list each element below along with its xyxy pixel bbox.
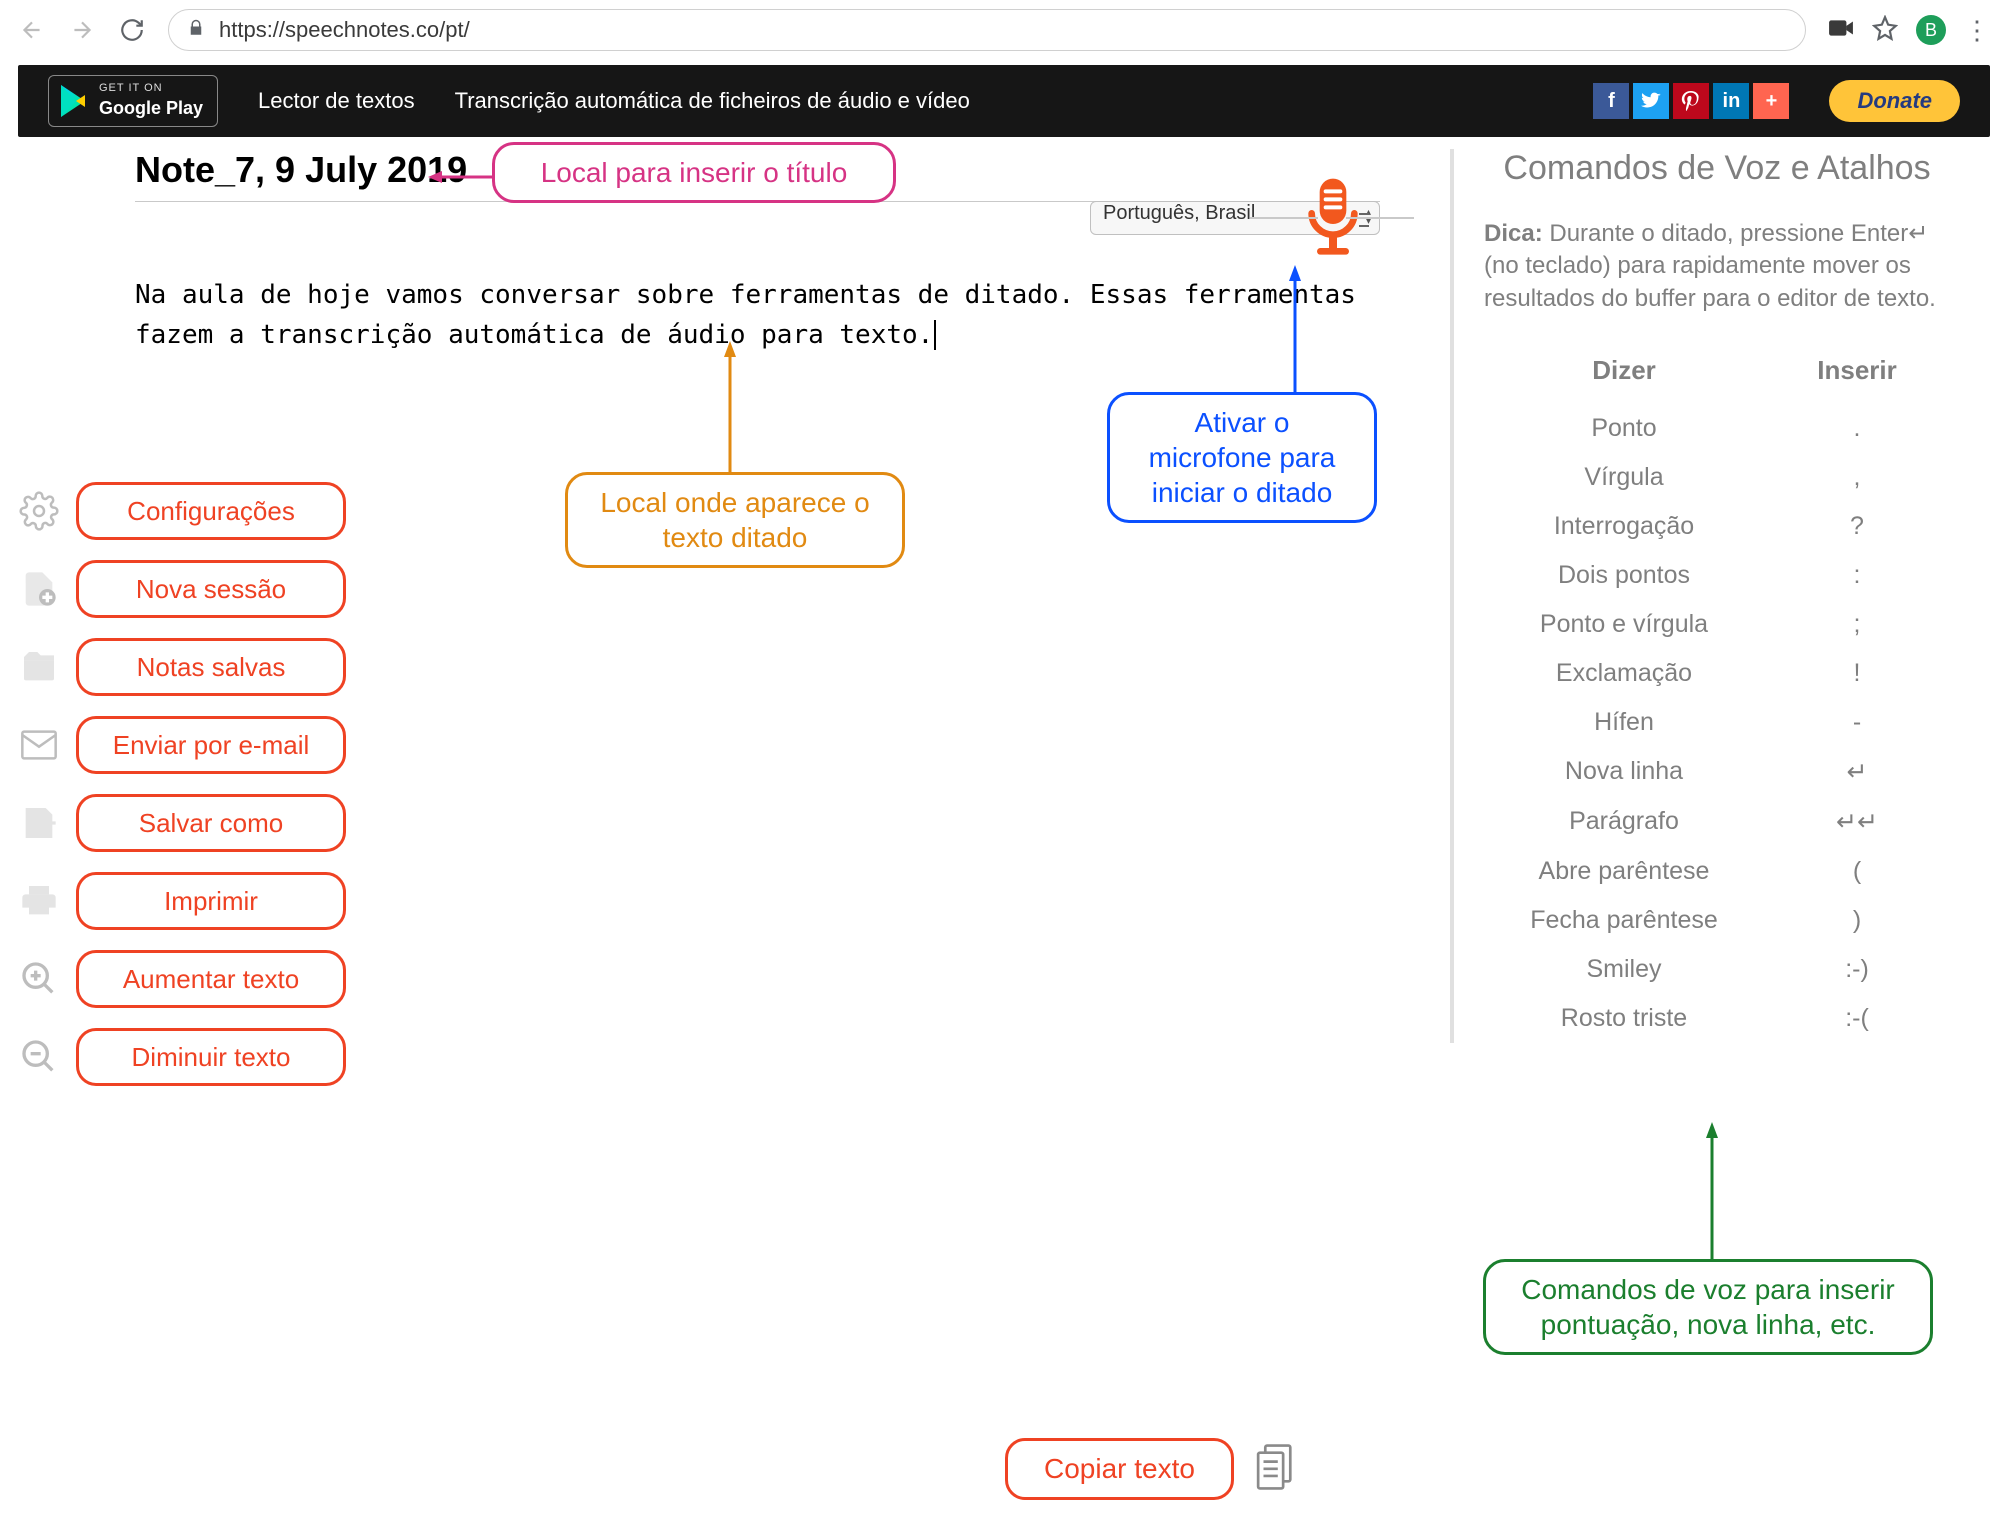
social-buttons: f in + bbox=[1593, 83, 1789, 119]
address-bar[interactable]: https://speechnotes.co/pt/ bbox=[168, 9, 1806, 51]
command-insert: , bbox=[1764, 463, 1950, 492]
command-say: Exclamação bbox=[1484, 659, 1764, 688]
linkedin-icon[interactable]: in bbox=[1713, 83, 1749, 119]
voice-commands-panel: Comandos de Voz e Atalhos Dica: Durante … bbox=[1450, 149, 1950, 1043]
command-row: Interrogação? bbox=[1484, 502, 1950, 551]
command-say: Dois pontos bbox=[1484, 561, 1764, 590]
google-play-badge[interactable]: GET IT ON Google Play bbox=[48, 75, 218, 127]
microphone-area bbox=[1258, 175, 1408, 257]
new-session-icon bbox=[18, 568, 60, 610]
command-say: Ponto e vírgula bbox=[1484, 610, 1764, 639]
command-insert: ) bbox=[1764, 906, 1950, 935]
commands-tip: Dica: Durante o ditado, pressione Enter↵… bbox=[1484, 218, 1950, 315]
site-topbar: GET IT ON Google Play Lector de textos T… bbox=[18, 65, 1990, 137]
clipboard-icon[interactable] bbox=[1254, 1442, 1298, 1497]
microphone-icon[interactable] bbox=[1301, 175, 1365, 257]
url-text: https://speechnotes.co/pt/ bbox=[219, 17, 470, 43]
command-say: Nova linha bbox=[1484, 757, 1764, 787]
copy-text-button[interactable]: Copiar texto bbox=[1005, 1438, 1234, 1500]
command-insert: ! bbox=[1764, 659, 1950, 688]
command-row: Exclamação! bbox=[1484, 649, 1950, 698]
browser-toolbar: https://speechnotes.co/pt/ B ⋮ bbox=[0, 0, 2008, 60]
zoom-out-button[interactable]: Diminuir texto bbox=[76, 1028, 346, 1086]
zoom-in-icon bbox=[18, 958, 60, 1000]
command-say: Smiley bbox=[1484, 955, 1764, 984]
command-row: Nova linha↵ bbox=[1484, 747, 1950, 797]
command-insert: ( bbox=[1764, 857, 1950, 886]
back-icon[interactable] bbox=[18, 16, 46, 44]
command-row: Parágrafo↵↵ bbox=[1484, 797, 1950, 847]
command-say: Vírgula bbox=[1484, 463, 1764, 492]
command-row: Ponto. bbox=[1484, 404, 1950, 453]
command-row: Hífen- bbox=[1484, 698, 1950, 747]
zoom-in-button[interactable]: Aumentar texto bbox=[76, 950, 346, 1008]
command-insert: ↵ bbox=[1764, 757, 1950, 787]
command-row: Rosto triste:-( bbox=[1484, 994, 1950, 1043]
send-email-button[interactable]: Enviar por e-mail bbox=[76, 716, 346, 774]
menu-icon[interactable]: ⋮ bbox=[1964, 17, 1990, 43]
print-button[interactable]: Imprimir bbox=[76, 872, 346, 930]
commands-title: Comandos de Voz e Atalhos bbox=[1484, 149, 1950, 188]
star-icon[interactable] bbox=[1872, 15, 1898, 46]
command-say: Fecha parêntese bbox=[1484, 906, 1764, 935]
forward-icon[interactable] bbox=[68, 16, 96, 44]
command-row: Ponto e vírgula; bbox=[1484, 600, 1950, 649]
command-insert: ; bbox=[1764, 610, 1950, 639]
command-insert: ? bbox=[1764, 512, 1950, 541]
print-icon bbox=[18, 880, 60, 922]
new-session-button[interactable]: Nova sessão bbox=[76, 560, 346, 618]
left-toolbar: Configurações Nova sessão Notas salvas E… bbox=[18, 482, 346, 1086]
command-say: Parágrafo bbox=[1484, 807, 1764, 837]
save-as-icon bbox=[18, 802, 60, 844]
command-row: Abre parêntese( bbox=[1484, 847, 1950, 896]
command-row: Fecha parêntese) bbox=[1484, 896, 1950, 945]
folder-icon bbox=[18, 646, 60, 688]
annotation-text: Local onde aparece o texto ditado bbox=[565, 472, 905, 568]
camera-icon[interactable] bbox=[1828, 17, 1854, 44]
profile-avatar[interactable]: B bbox=[1916, 15, 1946, 45]
saved-notes-button[interactable]: Notas salvas bbox=[76, 638, 346, 696]
commands-header: Dizer Inserir bbox=[1484, 355, 1950, 386]
command-say: Interrogação bbox=[1484, 512, 1764, 541]
settings-button[interactable]: Configurações bbox=[76, 482, 346, 540]
command-row: Smiley:-) bbox=[1484, 945, 1950, 994]
topbar-link-reader[interactable]: Lector de textos bbox=[258, 88, 415, 114]
annotation-mic: Ativar o microfone para iniciar o ditado bbox=[1107, 392, 1377, 523]
command-row: Vírgula, bbox=[1484, 453, 1950, 502]
twitter-icon[interactable] bbox=[1633, 83, 1669, 119]
command-say: Rosto triste bbox=[1484, 1004, 1764, 1033]
dictation-textarea[interactable]: Na aula de hoje vamos conversar sobre fe… bbox=[135, 275, 1380, 356]
zoom-out-icon bbox=[18, 1036, 60, 1078]
annotation-commands: Comandos de voz para inserir pontuação, … bbox=[1483, 1259, 1933, 1355]
topbar-link-transcribe[interactable]: Transcrição automática de ficheiros de á… bbox=[455, 88, 970, 114]
command-insert: - bbox=[1764, 708, 1950, 737]
gplay-big-text: Google Play bbox=[99, 98, 203, 118]
facebook-icon[interactable]: f bbox=[1593, 83, 1629, 119]
share-more-icon[interactable]: + bbox=[1753, 83, 1789, 119]
command-say: Abre parêntese bbox=[1484, 857, 1764, 886]
mail-icon bbox=[18, 724, 60, 766]
reload-icon[interactable] bbox=[118, 16, 146, 44]
command-insert: :-( bbox=[1764, 1004, 1950, 1033]
lock-icon bbox=[187, 19, 205, 42]
command-say: Ponto bbox=[1484, 414, 1764, 443]
command-insert: ↵↵ bbox=[1764, 807, 1950, 837]
command-row: Dois pontos: bbox=[1484, 551, 1950, 600]
save-as-button[interactable]: Salvar como bbox=[76, 794, 346, 852]
note-title[interactable]: Note_7, 9 July 2019 bbox=[135, 149, 467, 191]
command-say: Hífen bbox=[1484, 708, 1764, 737]
donate-button[interactable]: Donate bbox=[1829, 80, 1960, 122]
command-insert: :-) bbox=[1764, 955, 1950, 984]
annotation-title: Local para inserir o título bbox=[492, 142, 896, 203]
command-insert: . bbox=[1764, 414, 1950, 443]
gplay-small-text: GET IT ON bbox=[99, 83, 203, 94]
gear-icon bbox=[18, 490, 60, 532]
pinterest-icon[interactable] bbox=[1673, 83, 1709, 119]
command-insert: : bbox=[1764, 561, 1950, 590]
